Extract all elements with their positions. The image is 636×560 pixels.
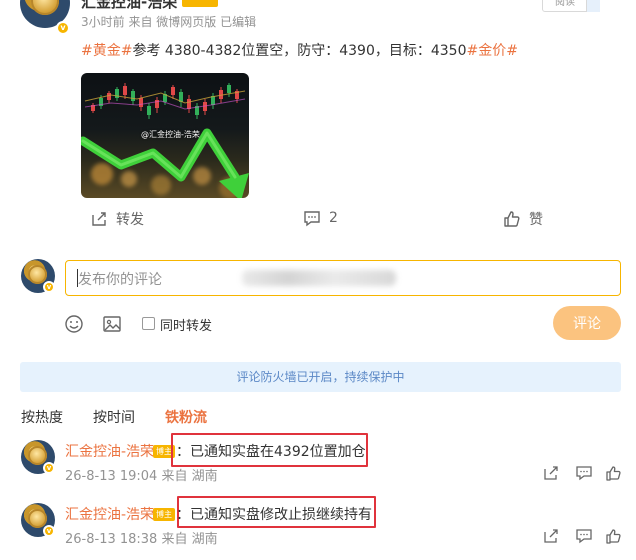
- also-repost-label[interactable]: 同时转发: [160, 315, 212, 334]
- blogger-badge: 博主: [153, 508, 175, 521]
- comment-icon: [303, 209, 321, 227]
- text-caret: [77, 269, 78, 287]
- post-author-name[interactable]: 汇金控油-浩荣: [81, 0, 177, 12]
- comment-input[interactable]: 发布你的评论: [65, 260, 621, 296]
- comment-meta: 26-8-13 19:04 来自 湖南: [65, 469, 218, 484]
- verified-badge-icon: v: [43, 281, 55, 293]
- comment-author-name[interactable]: 汇金控油-浩荣: [65, 504, 154, 524]
- share-icon[interactable]: [543, 465, 559, 485]
- reply-icon[interactable]: [576, 528, 592, 548]
- tab-sort-by-hot[interactable]: 按热度: [21, 407, 63, 427]
- thumbs-up-icon[interactable]: [606, 465, 622, 485]
- submit-comment-button[interactable]: 评论: [553, 306, 621, 340]
- comment-author-name[interactable]: 汇金控油-浩荣: [65, 441, 154, 461]
- hashtag-gold[interactable]: #黄金#: [81, 43, 132, 59]
- post-image[interactable]: @汇金控油-浩荣: [81, 73, 249, 198]
- hashtag-gold-price[interactable]: #金价#: [467, 43, 518, 59]
- reply-icon[interactable]: [576, 465, 592, 485]
- comment-text: ：已通知实盘在4392位置加仓: [176, 444, 366, 460]
- author-level-badge: [182, 0, 218, 7]
- emoji-icon[interactable]: [64, 314, 84, 338]
- comment-meta: 26-8-13 18:38 来自 湖南: [65, 532, 218, 547]
- post-body-text: 参考 4380-4382位置空，防守：4390，目标：4350: [132, 43, 467, 59]
- verified-badge-icon: v: [43, 525, 55, 537]
- comment-firewall-notice: 评论防火墙已开启，持续保护中: [20, 362, 621, 392]
- image-upload-icon[interactable]: [102, 314, 122, 338]
- post-text: #黄金#参考 4380-4382位置空，防守：4390，目标：4350#金价#: [81, 40, 518, 60]
- image-watermark: @汇金控油-浩荣: [141, 130, 200, 139]
- share-icon[interactable]: [543, 528, 559, 548]
- comment-count: 2: [329, 210, 338, 226]
- comment-input-placeholder: 发布你的评论: [78, 272, 162, 288]
- verified-badge-icon: v: [56, 21, 70, 35]
- comment-button[interactable]: 2: [303, 209, 338, 227]
- repost-button[interactable]: 转发: [90, 209, 144, 229]
- post-meta: 3小时前 来自 微博网页版 已编辑: [81, 15, 257, 29]
- tab-sort-by-fans[interactable]: 铁粉流: [165, 407, 207, 427]
- comment-text: ：已通知实盘修改止损继续持有: [176, 507, 372, 523]
- like-label: 赞: [529, 212, 543, 228]
- blurred-text-region: [242, 270, 396, 286]
- like-button[interactable]: 赞: [503, 209, 543, 229]
- repost-icon: [90, 210, 108, 228]
- read-chevron-icon: [586, 0, 600, 12]
- also-repost-checkbox[interactable]: [142, 317, 155, 330]
- thumbs-up-icon: [503, 210, 521, 228]
- thumbs-up-icon[interactable]: [606, 528, 622, 548]
- repost-label: 转发: [116, 212, 144, 228]
- tab-sort-by-time[interactable]: 按时间: [93, 407, 135, 427]
- verified-badge-icon: v: [43, 462, 55, 474]
